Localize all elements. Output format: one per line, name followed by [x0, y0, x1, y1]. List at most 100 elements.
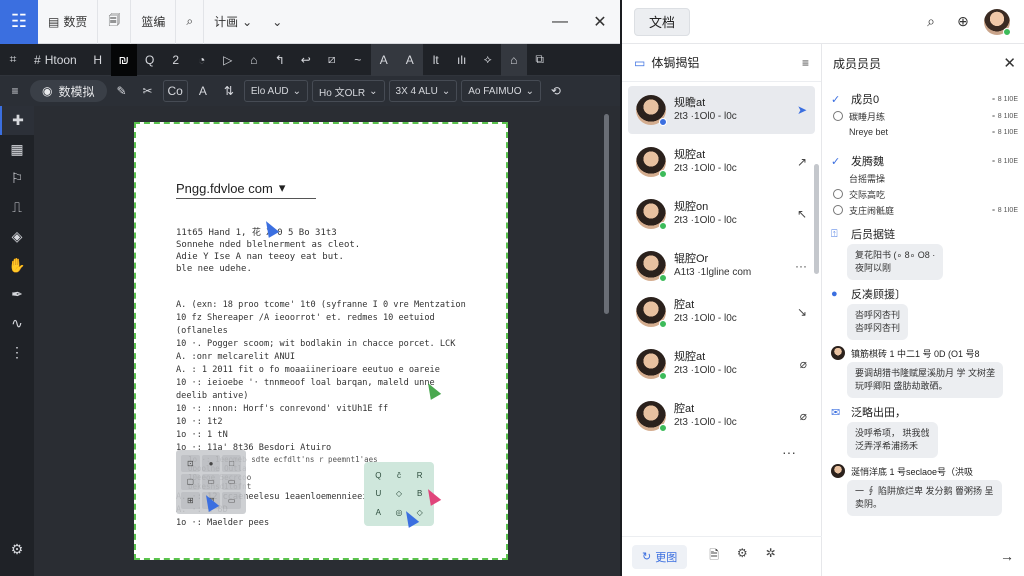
user-row[interactable]: 规瞻at 2t3 ·1Ol0 - l0c ➤	[628, 86, 815, 134]
menu-icon[interactable]: ≡	[4, 80, 26, 102]
pointer-icon[interactable]: ↖	[797, 207, 807, 221]
pen-icon[interactable]: ✎	[111, 80, 133, 102]
clipboard-button[interactable]: 🗐	[97, 0, 130, 44]
curve-icon[interactable]: ∿	[0, 309, 34, 338]
user-row[interactable]: 规腔at 2t3 ·1Ol0 - l0c ⌀	[628, 340, 815, 388]
checkbox[interactable]	[833, 111, 843, 121]
menu-item-edit[interactable]: 篮编	[130, 0, 175, 44]
attach-icon[interactable]: ⌀	[800, 357, 807, 371]
layout-icon[interactable]: ▦	[0, 135, 34, 164]
attach-icon[interactable]: ⌀	[800, 409, 807, 423]
heading-button[interactable]: H	[85, 44, 111, 76]
task-item[interactable]: 交际高吃	[831, 186, 1018, 202]
highlight-tool[interactable]: A	[396, 43, 423, 76]
number-tool[interactable]: 2	[163, 44, 189, 76]
more-icon[interactable]: ···	[795, 259, 807, 273]
diamond-icon[interactable]: ◈	[0, 222, 34, 251]
dropdown-2[interactable]: Ho 文OLR ⌄	[312, 80, 385, 102]
search-button[interactable]: ⌕	[175, 0, 203, 44]
dropdown-3[interactable]: 3X 4 ALU ⌄	[388, 80, 458, 102]
checkbox[interactable]	[833, 205, 843, 215]
settings-icon[interactable]: ⚙	[0, 535, 34, 564]
checkbox[interactable]	[833, 189, 843, 199]
user-row[interactable]: 辊腔Or A1t3 ·1lgline com ···	[628, 242, 815, 290]
user-row[interactable]: 腔at 2t3 ·1Ol0 - l0c ⌀	[628, 392, 815, 440]
task-item[interactable]: Nreye bet ∘ 8 1I0E	[831, 124, 1018, 140]
file-icon[interactable]: 🗎	[709, 546, 719, 567]
chevron-down-icon: ⌄	[369, 85, 378, 97]
document-page[interactable]: Pngg.fdvloe com ▾ 11t65 Hand 1, 花 X'0 5 …	[134, 122, 508, 560]
flag-icon[interactable]: ⚐	[0, 164, 34, 193]
dropdown-4[interactable]: Ao FAIMUO ⌄	[461, 80, 541, 102]
user-row[interactable]: 规腔on 2t3 ·1Ol0 - l0c ↖	[628, 190, 815, 238]
shape-tool[interactable]: ⌂	[241, 44, 267, 76]
scroll-thumb[interactable]	[604, 114, 609, 314]
text-color-tool[interactable]: A	[370, 43, 397, 76]
status-icon	[659, 274, 667, 282]
collab-scrollbar[interactable]	[814, 164, 819, 274]
collab-footer: ↻ 更图 🗎 ⚙ ✲	[622, 536, 822, 576]
home-tool[interactable]: ⌂	[500, 43, 527, 76]
chart-tool[interactable]: ılı	[449, 44, 475, 76]
style-button[interactable]: Co	[162, 80, 188, 102]
flip-button[interactable]: ⇅	[218, 80, 240, 102]
menu-item-data[interactable]: ▤ 数贾	[38, 0, 97, 44]
pen-icon[interactable]: ✒	[0, 280, 34, 309]
magic-tool[interactable]: ⟡	[475, 44, 501, 76]
lock-icon[interactable]: ⎍	[0, 193, 34, 222]
minimize-button[interactable]: —	[540, 0, 580, 44]
close-icon[interactable]: ✕	[1003, 54, 1016, 72]
rotate-tool[interactable]: ◔	[189, 44, 215, 76]
menu-item-plan[interactable]: 计画 ⌄	[203, 0, 262, 44]
line-tool[interactable]: ~	[345, 44, 371, 76]
status-icon	[659, 170, 667, 178]
doc-title[interactable]: Pngg.fdvloe com ▾	[176, 180, 316, 199]
search-icon[interactable]: ⌕	[920, 11, 942, 33]
play-tool[interactable]: ▷	[215, 44, 241, 76]
canvas-scrollbar[interactable]	[604, 110, 610, 570]
layout-icon[interactable]: ⌗	[0, 44, 26, 76]
crop-tool[interactable]: ⧄	[319, 44, 345, 76]
section-header[interactable]: ✓ 成员0 ∘ 8 1I0E	[831, 90, 1018, 108]
copy-tool[interactable]: ⧉	[527, 44, 553, 76]
notification-icon[interactable]: ⊕	[952, 11, 974, 33]
hand-icon[interactable]: ✋	[0, 251, 34, 280]
add-icon[interactable]: ✚	[0, 106, 34, 135]
scissors-icon[interactable]: ✂	[137, 80, 159, 102]
select-tool[interactable]: ₪	[110, 43, 137, 76]
chevron-down-icon: ⌄	[525, 85, 534, 97]
cursor-icon[interactable]: ➤	[797, 103, 807, 117]
settings-icon[interactable]: ✲	[766, 546, 776, 567]
arrow-icon[interactable]: ↗	[797, 155, 807, 169]
mode-pill[interactable]: ◉ 数模拟	[30, 80, 107, 102]
section-header[interactable]: ✓ 发腾魏 ∘ 8 1I0E	[831, 152, 1018, 170]
document-button[interactable]: 文档	[634, 7, 691, 36]
share-button[interactable]: ↻ 更图	[632, 544, 688, 569]
user-row[interactable]: 规腔at 2t3 ·1Ol0 - l0c ↗	[628, 138, 815, 186]
task-item[interactable]: 支庄闹骶庭 ∘ 8 1I0E	[831, 202, 1018, 218]
dropdown-1[interactable]: Elo AUD ⌄	[243, 80, 309, 102]
widget-cell: ▭	[222, 492, 241, 509]
apps-grid-icon[interactable]: ☷	[0, 0, 38, 44]
menu-icon[interactable]: ≡	[802, 56, 809, 70]
clipboard-icon: 🗐	[108, 13, 121, 27]
task-item[interactable]: 台摇需操	[831, 170, 1018, 186]
text-button[interactable]: A	[192, 80, 214, 102]
redo-tool[interactable]: ↩	[293, 44, 319, 76]
task-item[interactable]: 碳睡月练 ∘ 8 1I0E	[831, 108, 1018, 124]
reset-button[interactable]: ⟲	[545, 80, 567, 102]
avatar[interactable]	[984, 8, 1011, 36]
arrow-icon[interactable]: ↘	[797, 305, 807, 319]
close-button[interactable]: ✕	[580, 0, 620, 44]
more-icon[interactable]: ⋮	[0, 338, 34, 367]
more-dropdown[interactable]: ⌄	[262, 0, 292, 44]
align-tool[interactable]: lt	[423, 44, 449, 76]
font-selector[interactable]: # Htoon	[26, 44, 85, 76]
undo-tool[interactable]: ↰	[267, 44, 293, 76]
user-row[interactable]: 腔at 2t3 ·1Ol0 - l0c ↘	[628, 288, 815, 336]
zoom-tool[interactable]: Q	[137, 44, 163, 76]
list-item: 10 fz Shereaper /A ieoorrot' et. redmes …	[176, 313, 435, 336]
gear-icon[interactable]: ⚙	[737, 546, 748, 567]
arrow-right-icon[interactable]: →	[1000, 548, 1014, 564]
more-icon[interactable]: ···	[622, 444, 821, 460]
